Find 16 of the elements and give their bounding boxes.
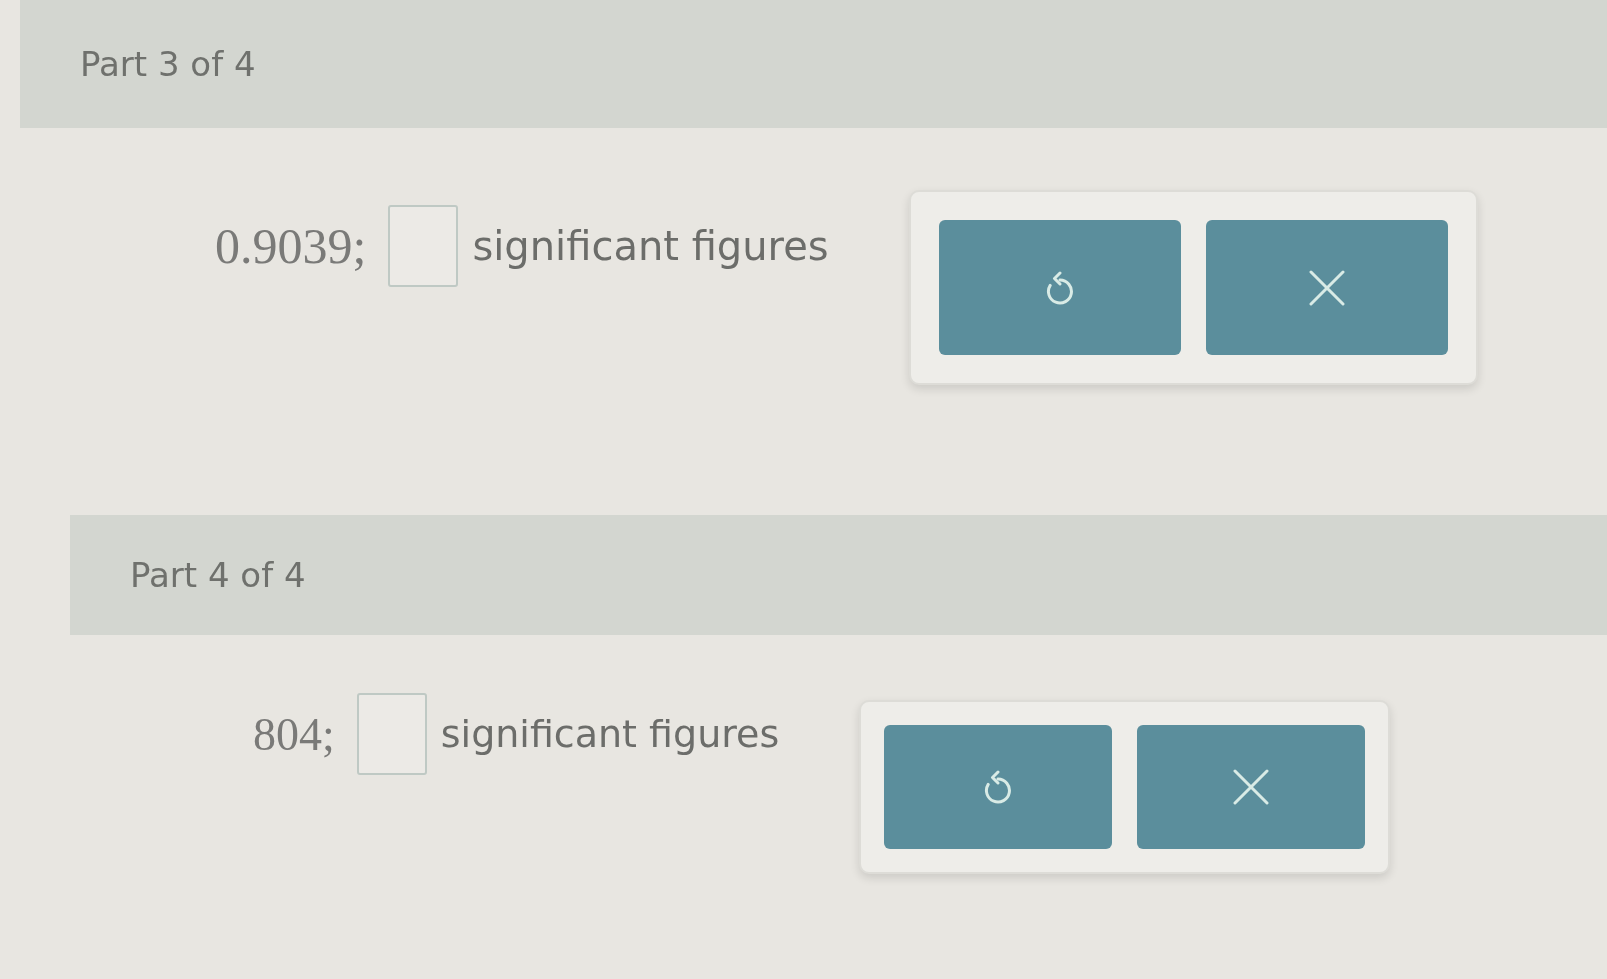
clear-button[interactable]	[1205, 220, 1448, 355]
part-title: Part 4 of 4	[130, 553, 306, 597]
answer-box[interactable]	[388, 205, 459, 287]
part-title: Part 3 of 4	[80, 42, 256, 86]
undo-icon	[983, 770, 1014, 804]
answer-box[interactable]	[356, 693, 427, 775]
undo-icon	[1044, 270, 1075, 305]
number-text: 0.9039;	[215, 216, 367, 276]
close-icon	[1308, 269, 1345, 306]
unit-label: significant figures	[472, 222, 829, 271]
number-text: 804;	[253, 707, 335, 762]
unit-label: significant figures	[440, 710, 780, 758]
undo-button[interactable]	[938, 220, 1181, 355]
undo-button[interactable]	[884, 725, 1113, 849]
close-icon	[1233, 769, 1270, 805]
clear-button[interactable]	[1137, 725, 1366, 849]
